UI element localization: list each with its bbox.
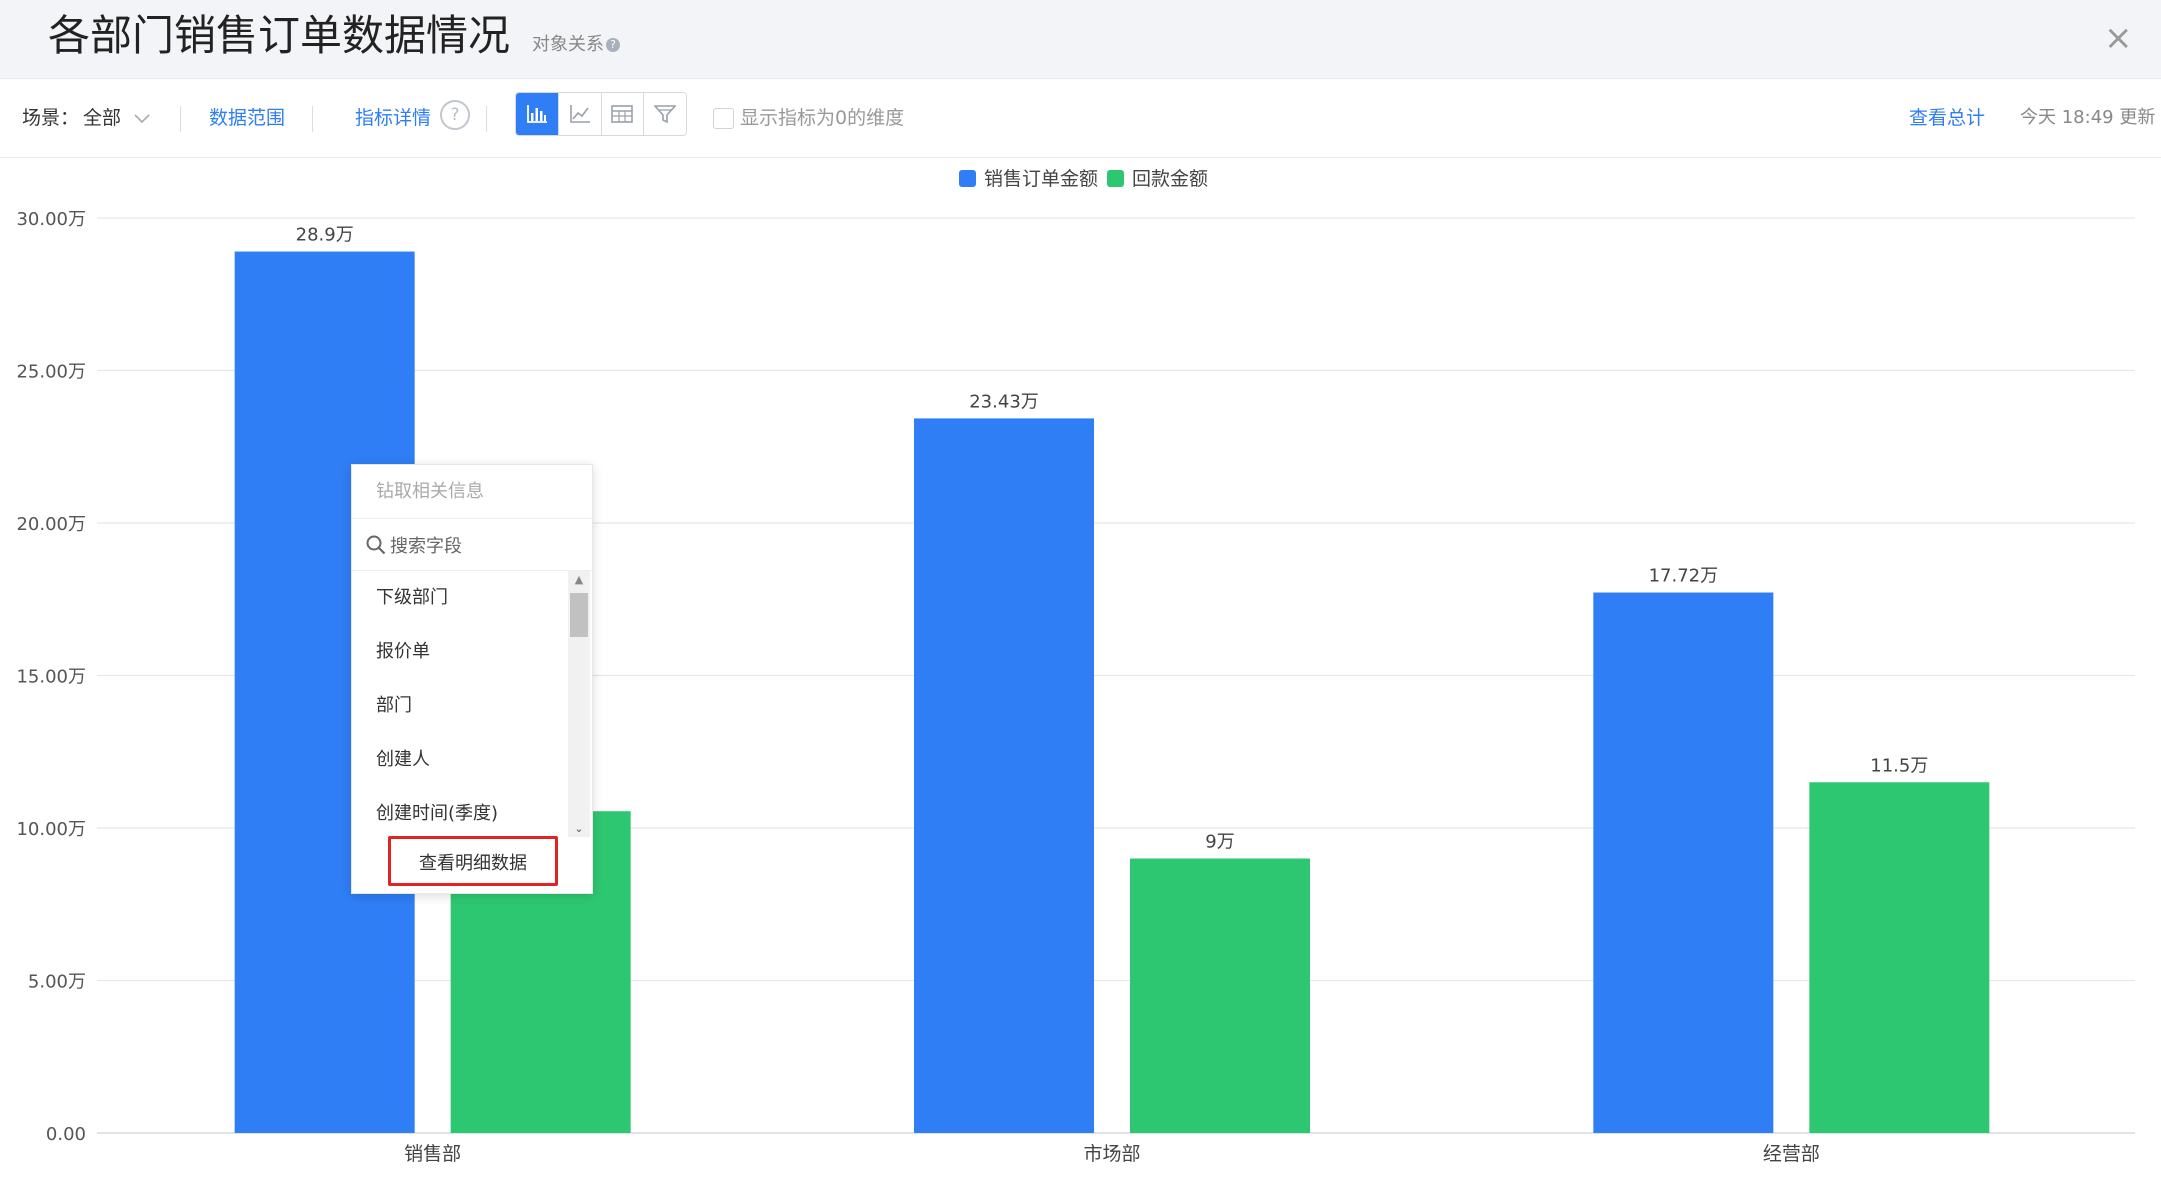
object-relation-link[interactable]: 对象关系?: [532, 30, 620, 56]
bar: [1130, 858, 1310, 1133]
scroll-down-icon[interactable]: ⌄: [568, 821, 590, 837]
menu-search: [352, 520, 592, 571]
scene-label: 场景：: [22, 107, 80, 129]
bar-value-label: 9万: [1205, 832, 1234, 853]
show-zero-checkbox[interactable]: [713, 108, 734, 129]
data-range-link[interactable]: 数据范围: [209, 79, 285, 157]
legend-swatch: [959, 170, 976, 187]
bar: [914, 418, 1094, 1133]
menu-header: 钻取相关信息: [352, 465, 592, 519]
bar-chart-icon[interactable]: [516, 93, 559, 135]
y-tick-label: 5.00万: [28, 972, 86, 993]
show-zero-label: 显示指标为0的维度: [740, 107, 905, 129]
question-icon[interactable]: ?: [440, 100, 470, 130]
menu-item-quote[interactable]: 报价单: [352, 625, 568, 679]
drill-down-menu: 钻取相关信息 下级部门 报价单 部门 创建人 创建时间(季度) ▲ ⌄ 查看明细…: [351, 464, 593, 894]
y-tick-label: 20.00万: [16, 514, 86, 535]
page-header: 各部门销售订单数据情况 对象关系? ×: [0, 0, 2161, 79]
toolbar: 场景： 全部 数据范围 指标详情 ? 显示指标为0的维度 查看总计 今天 18:…: [0, 79, 2161, 158]
search-icon: [366, 535, 386, 555]
menu-item-created-quarter[interactable]: 创建时间(季度): [352, 787, 568, 841]
menu-item-department[interactable]: 部门: [352, 679, 568, 733]
y-tick-label: 10.00万: [16, 819, 86, 840]
object-relation-label: 对象关系: [532, 34, 604, 55]
x-category-label: 销售部: [404, 1143, 461, 1165]
scene-select[interactable]: 全部: [83, 79, 121, 157]
menu-scrollbar[interactable]: ▲ ⌄: [568, 571, 590, 837]
bar-chart: 0.00 5.00万 10.00万 15.00万 20.00万 25.00万 30.00万 2…: [16, 168, 2135, 1165]
x-category-label: 经营部: [1763, 1143, 1820, 1165]
view-total-link[interactable]: 查看总计: [1909, 79, 1985, 157]
bar-value-label: 11.5万: [1870, 755, 1928, 776]
bar-value-label: 28.9万: [296, 225, 354, 246]
bar-value-label: 17.72万: [1649, 566, 1719, 587]
menu-list: 下级部门 报价单 部门 创建人 创建时间(季度): [352, 571, 568, 841]
metric-detail-link[interactable]: 指标详情: [355, 79, 431, 157]
divider: [486, 106, 487, 132]
bar-value-label: 23.43万: [969, 391, 1039, 412]
menu-item-sub-department[interactable]: 下级部门: [352, 571, 568, 625]
legend-swatch: [1107, 170, 1124, 187]
update-time: 今天 18:49 更新: [2020, 107, 2156, 128]
page-title: 各部门销售订单数据情况: [48, 11, 511, 60]
line-chart-icon[interactable]: [558, 93, 602, 135]
view-detail-button[interactable]: 查看明细数据: [388, 836, 558, 886]
legend-label: 销售订单金额: [984, 168, 1098, 190]
divider: [312, 106, 313, 132]
search-field-input[interactable]: [388, 530, 572, 562]
view-switcher: [515, 92, 687, 136]
scroll-thumb[interactable]: [570, 593, 588, 637]
menu-item-creator[interactable]: 创建人: [352, 733, 568, 787]
y-tick-label: 25.00万: [16, 362, 86, 383]
divider: [180, 106, 181, 132]
y-tick-label: 30.00万: [16, 209, 86, 230]
close-icon[interactable]: ×: [2104, 18, 2133, 58]
bar: [1593, 592, 1774, 1133]
scroll-up-icon[interactable]: ▲: [568, 571, 590, 589]
table-icon[interactable]: [601, 93, 645, 135]
y-tick-label: 15.00万: [16, 667, 86, 688]
bar: [1809, 782, 1990, 1133]
x-category-label: 市场部: [1083, 1143, 1140, 1165]
chevron-down-icon[interactable]: [134, 79, 150, 157]
funnel-icon[interactable]: [644, 93, 686, 135]
y-tick-label: 0.00: [46, 1124, 86, 1145]
legend-label: 回款金额: [1132, 168, 1208, 190]
help-icon: ?: [606, 38, 620, 52]
